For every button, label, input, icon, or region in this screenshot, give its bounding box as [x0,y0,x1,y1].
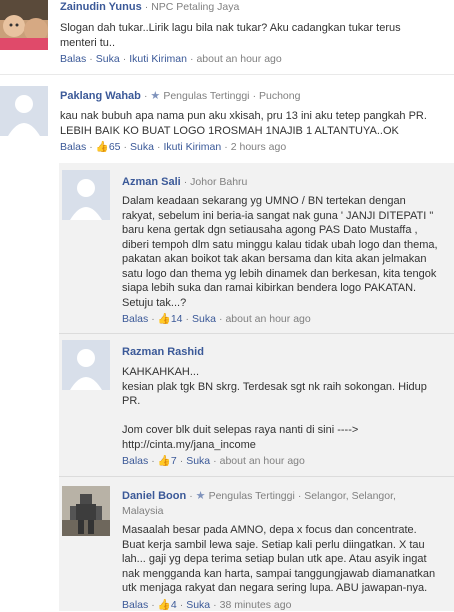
avatar[interactable] [62,486,110,536]
commenter-location: Selangor, Selangor, [304,490,396,502]
like-link[interactable]: Suka [186,455,210,467]
reply-daniel: Daniel Boon · ★ Pengulas Tertinggi · Sel… [0,480,454,611]
reply-link[interactable]: Balas [60,141,86,153]
thumbs-up-icon: 👍 [157,313,171,325]
reply-link[interactable]: Balas [122,455,148,467]
reply-razman: Razman Rashid KAHKAHKAH... kesian plak t… [0,338,454,468]
divider [59,333,454,334]
avatar[interactable] [0,0,48,50]
like-count[interactable]: 7 [171,455,177,467]
follow-post-link[interactable]: Ikuti Kiriman [163,141,221,153]
commenter-name[interactable]: Zainudin Yunus [60,1,142,13]
commenter-location: Johor Bahru [190,176,248,188]
commenter-location-country: Malaysia [122,505,164,517]
thumbs-up-icon: 👍 [95,141,109,153]
like-count[interactable]: 14 [171,313,183,325]
comment-paklang: Paklang Wahab · ★ Pengulas Tertinggi · P… [0,84,454,164]
timestamp[interactable]: 38 minutes ago [220,599,292,611]
timestamp[interactable]: 2 hours ago [231,141,286,153]
avatar[interactable] [62,340,110,390]
like-link[interactable]: Suka [96,53,120,65]
reply-body: KAHKAHKAH... kesian plak tgk BN skrg. Te… [122,366,427,451]
divider [0,74,454,75]
reply-azman: Azman Sali · Johor Bahru Dalam keadaan s… [0,168,454,328]
reply-body: Dalam keadaan sekarang yg UMNO / BN tert… [122,195,438,309]
follow-post-link[interactable]: Ikuti Kiriman [129,53,187,65]
top-commenter-badge: Pengulas Tertinggi [208,490,295,502]
avatar[interactable] [0,86,48,136]
top-commenter-star-icon: ★ [195,490,206,502]
like-count[interactable]: 65 [109,141,121,153]
like-count[interactable]: 4 [171,599,177,611]
comment-zainudin: Zainudin Yunus · NPC Petaling Jaya Sloga… [0,0,454,70]
thumbs-up-icon: 👍 [157,599,171,611]
timestamp[interactable]: about an hour ago [196,53,281,65]
reply-link[interactable]: Balas [122,313,148,325]
reply-link[interactable]: Balas [122,599,148,611]
avatar[interactable] [62,170,110,220]
comment-body: Slogan dah tukar..Lirik lagu bila nak tu… [60,22,401,49]
thumbs-up-icon: 👍 [157,455,171,467]
reply-body: Masaalah besar pada AMNO, depa x focus d… [122,524,436,594]
like-link[interactable]: Suka [186,599,210,611]
commenter-name[interactable]: Razman Rashid [122,346,204,358]
top-commenter-star-icon: ★ [150,90,161,102]
divider [59,476,454,477]
commenter-location: NPC Petaling Jaya [151,1,240,13]
like-link[interactable]: Suka [192,313,216,325]
top-commenter-badge: Pengulas Tertinggi [163,90,250,102]
like-link[interactable]: Suka [130,141,154,153]
comment-body: kau nak bubuh apa nama pun aku xkisah, p… [60,110,427,137]
reply-link[interactable]: Balas [60,53,86,65]
commenter-name[interactable]: Azman Sali [122,176,181,188]
timestamp[interactable]: about an hour ago [225,313,310,325]
commenter-name[interactable]: Daniel Boon [122,490,186,502]
timestamp[interactable]: about an hour ago [220,455,305,467]
commenter-location: Puchong [259,90,301,102]
commenter-name[interactable]: Paklang Wahab [60,90,141,102]
